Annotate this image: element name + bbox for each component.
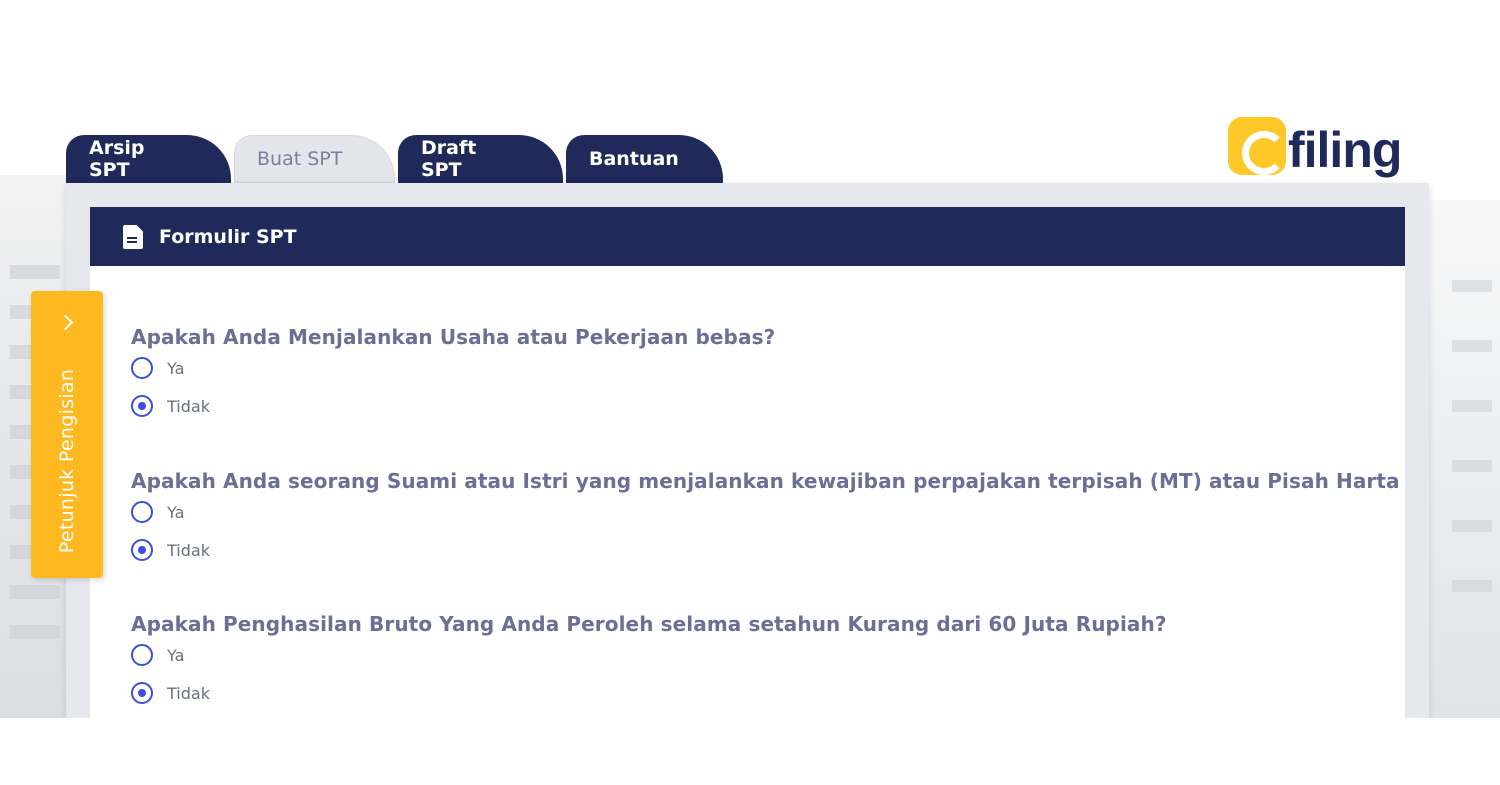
building-window	[1452, 520, 1492, 532]
tab-bantuan[interactable]: Bantuan	[566, 135, 723, 183]
radio-button-checked[interactable]	[131, 682, 153, 704]
question-pisah-harta: Apakah Anda seorang Suami atau Istri yan…	[131, 469, 1405, 569]
card-header: Formulir SPT	[90, 207, 1405, 266]
radio-button-checked[interactable]	[131, 395, 153, 417]
question-text: Apakah Penghasilan Bruto Yang Anda Perol…	[131, 612, 1167, 636]
building-window	[10, 265, 60, 279]
tab-buat-spt[interactable]: Buat SPT	[234, 135, 395, 183]
form-card: Formulir SPT Apakah Anda Menjalankan Usa…	[90, 207, 1405, 718]
radio-option-ya[interactable]: Ya	[131, 636, 1167, 674]
radio-button[interactable]	[131, 644, 153, 666]
building-window	[1452, 280, 1492, 292]
radio-label: Tidak	[167, 540, 210, 560]
radio-option-tidak[interactable]: Tidak	[131, 674, 1167, 712]
radio-label: Ya	[167, 502, 185, 522]
tab-bar: Arsip SPT Buat SPT Draft SPT Bantuan	[66, 135, 723, 183]
efiling-logo: filing	[1228, 100, 1402, 178]
card-title: Formulir SPT	[159, 225, 297, 248]
building-window	[1452, 460, 1492, 472]
radio-label: Ya	[167, 645, 185, 665]
petunjuk-pengisian-toggle[interactable]: Petunjuk Pengisian	[31, 291, 103, 578]
chevron-right-icon[interactable]	[57, 314, 74, 331]
radio-option-tidak[interactable]: Tidak	[131, 531, 1405, 569]
radio-label: Tidak	[167, 683, 210, 703]
building-window	[1452, 340, 1492, 352]
building-window	[10, 585, 60, 599]
page-bottom-area	[0, 718, 1500, 785]
building-window	[1452, 580, 1492, 592]
logo-text: filing	[1288, 122, 1402, 178]
radio-option-ya[interactable]: Ya	[131, 493, 1405, 531]
building-window	[1452, 400, 1492, 412]
radio-label: Tidak	[167, 396, 210, 416]
question-text: Apakah Anda Menjalankan Usaha atau Peker…	[131, 325, 776, 349]
radio-option-ya[interactable]: Ya	[131, 349, 775, 387]
building-window	[10, 625, 60, 639]
question-penghasilan-bruto: Apakah Penghasilan Bruto Yang Anda Perol…	[131, 612, 1167, 712]
tab-arsip-spt[interactable]: Arsip SPT	[66, 135, 231, 183]
radio-option-tidak[interactable]: Tidak	[131, 387, 775, 425]
radio-button-checked[interactable]	[131, 539, 153, 561]
question-text: Apakah Anda seorang Suami atau Istri yan…	[131, 469, 1405, 493]
question-usaha: Apakah Anda Menjalankan Usaha atau Peker…	[131, 325, 775, 425]
radio-label: Ya	[167, 358, 185, 378]
tab-draft-spt[interactable]: Draft SPT	[398, 135, 563, 183]
side-tab-label: Petunjuk Pengisian	[56, 368, 78, 554]
logo-e-icon	[1228, 117, 1286, 175]
radio-button[interactable]	[131, 357, 153, 379]
document-icon	[123, 224, 143, 249]
radio-button[interactable]	[131, 501, 153, 523]
